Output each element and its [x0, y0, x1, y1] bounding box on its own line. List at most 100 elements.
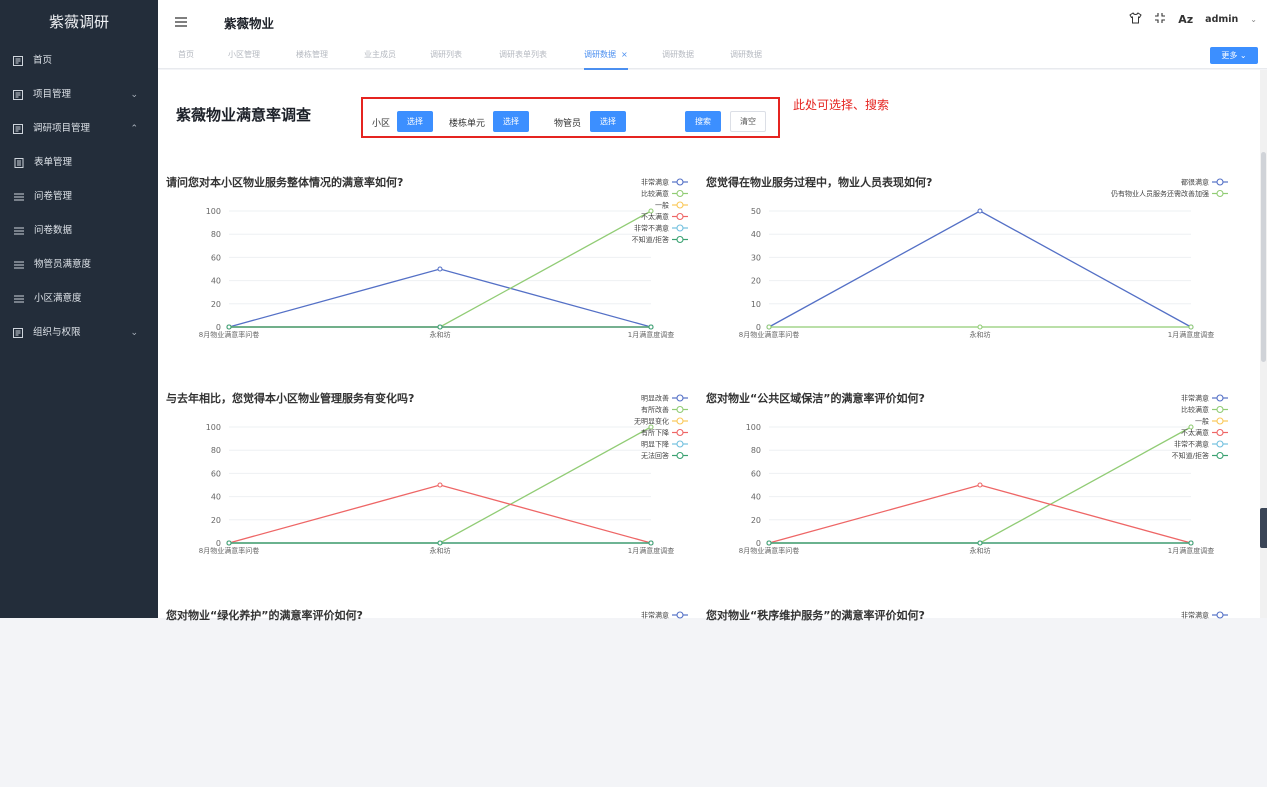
- legend-label: 明显下降: [641, 440, 669, 449]
- font-size-icon[interactable]: Aᴢ: [1178, 13, 1193, 26]
- sidebar-item-label: 项目管理: [33, 89, 72, 100]
- building-label: 楼栋单元: [449, 119, 486, 129]
- theme-shirt-icon[interactable]: [1129, 12, 1142, 27]
- sidebar-item-label: 组织与权限: [33, 327, 81, 338]
- data-point: [437, 540, 443, 546]
- data-point: [226, 540, 232, 546]
- data-point: [1188, 540, 1194, 546]
- sidebar-item-7[interactable]: 小区满意度: [0, 282, 158, 316]
- data-point: [766, 324, 772, 330]
- legend-marker: [676, 201, 684, 209]
- legend-label: 非常满意: [641, 611, 669, 620]
- top-bar: 紫薇物业 Aᴢ admin ⌄: [158, 0, 1267, 45]
- chart-svg: 0204060801008月物业满意率问卷 永和坊 1月满意度调查非常满意比较满意一…: [199, 178, 688, 339]
- legend-item: 非常满意: [1181, 611, 1228, 620]
- y-tick-label: 40: [751, 493, 761, 502]
- y-tick-label: 100: [206, 423, 221, 432]
- legend-marker: [676, 394, 684, 402]
- tab-7[interactable]: 调研数据: [662, 44, 694, 68]
- x-tick-label: 1月满意度调查: [1168, 330, 1214, 339]
- legend-marker: [676, 428, 684, 437]
- side-drawer-handle[interactable]: [1260, 508, 1267, 548]
- sidebar-item-5[interactable]: 问卷数据: [0, 214, 158, 248]
- tab-label: 业主成员: [364, 50, 396, 59]
- sidebar-item-label: 问卷管理: [34, 191, 73, 202]
- y-tick-label: 30: [751, 253, 761, 262]
- form-icon: [14, 157, 24, 168]
- dashboard-icon: [13, 55, 23, 66]
- legend-item: 明显改善: [641, 394, 688, 403]
- sidebar-item-2[interactable]: 调研项目管理 ⌃: [0, 112, 158, 146]
- legend-item: 有所改善: [641, 405, 688, 414]
- scrollbar-thumb[interactable]: [1261, 152, 1266, 362]
- select-community-button[interactable]: 选择: [397, 111, 433, 132]
- tab-6[interactable]: 调研数据 ×: [584, 44, 628, 70]
- legend-marker: [676, 440, 684, 448]
- sidebar-item-label: 小区满意度: [34, 293, 82, 304]
- legend-marker: [1216, 417, 1224, 425]
- legend-label: 有所下降: [641, 428, 669, 437]
- tab-5[interactable]: 调研表单列表: [499, 44, 547, 68]
- x-tick-label: 1月满意度调查: [1168, 546, 1214, 555]
- y-tick-label: 60: [751, 469, 761, 478]
- main-content: 紫薇物业满意率调查 小区 选择 楼栋单元 选择 物管员 选择 搜索 清空 此处可…: [158, 70, 1260, 622]
- sidebar-item-0[interactable]: 首页: [0, 44, 158, 78]
- legend-item: 比较满意: [641, 189, 688, 198]
- sidebar-item-3[interactable]: 表单管理: [0, 146, 158, 180]
- sidebar-item-4[interactable]: 问卷管理: [0, 180, 158, 214]
- more-button[interactable]: 更多 ⌄: [1210, 47, 1258, 64]
- clear-button[interactable]: 清空: [730, 111, 766, 132]
- x-tick-label: 8月物业满意率问卷: [199, 330, 259, 339]
- tab-2[interactable]: 楼栋管理: [296, 44, 328, 68]
- legend-item: 不太满意: [1181, 428, 1228, 437]
- legend-item: 有所下降: [641, 428, 688, 437]
- x-tick-label: 1月满意度调查: [628, 330, 674, 339]
- legend-item: 非常不满意: [634, 224, 688, 233]
- search-button[interactable]: 搜索: [685, 111, 721, 132]
- tab-4[interactable]: 调研列表: [430, 44, 462, 68]
- sidebar-item-6[interactable]: 物管员满意度: [0, 248, 158, 282]
- x-tick-label: 永和坊: [430, 330, 451, 339]
- fullscreen-exit-icon[interactable]: [1154, 12, 1166, 27]
- x-tick-label: 永和坊: [430, 546, 451, 555]
- sidebar-item-1[interactable]: 项目管理 ⌄: [0, 78, 158, 112]
- sidebar-menu: 首页 项目管理 ⌄ 调研项目管理 ⌃ 表单管理问卷管理问卷数据物管员满意度小区满意度组织与…: [0, 44, 158, 350]
- legend-marker: [676, 451, 684, 460]
- y-tick-label: 60: [211, 253, 221, 262]
- legend-item: 非常满意: [641, 178, 688, 187]
- legend-item: 非常满意: [1181, 394, 1228, 403]
- legend-item: 不知道/拒答: [1172, 451, 1228, 460]
- series-line-0: [228, 268, 652, 328]
- tab-0[interactable]: 首页: [178, 44, 194, 68]
- tab-3[interactable]: 业主成员: [364, 44, 396, 68]
- page-title: 紫薇物业满意率调查: [176, 106, 312, 124]
- tab-8[interactable]: 调研数据: [730, 44, 762, 68]
- chevron-down-icon[interactable]: ⌄: [1250, 15, 1257, 24]
- legend-marker: [1216, 394, 1224, 402]
- user-name[interactable]: admin: [1205, 14, 1238, 25]
- select-building-button[interactable]: 选择: [493, 111, 529, 132]
- y-tick-label: 80: [211, 446, 221, 455]
- legend-marker: [1216, 189, 1224, 198]
- select-manager-button[interactable]: 选择: [590, 111, 626, 132]
- legend-label: 一般: [1195, 417, 1209, 426]
- data-point: [226, 324, 232, 330]
- y-tick-label: 40: [751, 230, 761, 239]
- chart-svg: 非常满意: [1181, 611, 1228, 620]
- sidebar: 紫薇调研 首页 项目管理 ⌄ 调研项目管理 ⌃ 表单管理 问卷管理 问卷数据 物管员满意度 小区满…: [0, 0, 158, 618]
- dashboard-icon: [13, 327, 23, 338]
- sidebar-item-label: 问卷数据: [34, 225, 73, 236]
- y-tick-label: 20: [211, 300, 221, 309]
- tab-1[interactable]: 小区管理: [228, 44, 260, 68]
- legend-item: 明显下降: [641, 440, 688, 449]
- data-point: [437, 482, 443, 488]
- menu-toggle-icon[interactable]: [174, 14, 188, 28]
- legend-item: 一般: [655, 201, 688, 210]
- close-icon[interactable]: ×: [621, 50, 628, 59]
- data-point: [977, 208, 983, 214]
- legend-label: 非常满意: [641, 178, 669, 187]
- y-tick-label: 20: [751, 516, 761, 525]
- sidebar-item-8[interactable]: 组织与权限 ⌄: [0, 316, 158, 350]
- tab-label: 调研列表: [430, 50, 462, 59]
- list-icon: [14, 294, 24, 304]
